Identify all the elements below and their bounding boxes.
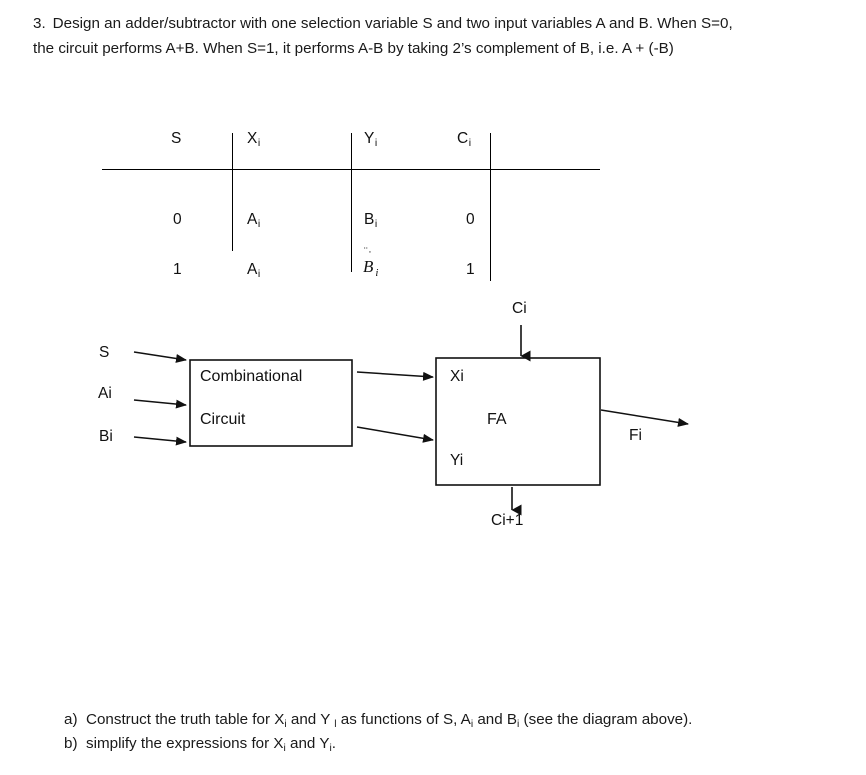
question-a-mid2: as functions of S, A — [336, 711, 471, 728]
question-marker-b: b) — [64, 735, 78, 753]
diagram-canvas — [133, 325, 689, 516]
question-item-a: a) Construct the truth table for Xi and Y… — [64, 708, 824, 732]
diagram-input-label-bi: Bi — [99, 428, 113, 445]
question-a-mid1: and Y — [286, 711, 335, 728]
question-a-sub3: i — [470, 719, 474, 730]
arrow-input-ai — [133, 399, 187, 409]
question-b-pre: simplify the expressions for X — [86, 735, 284, 753]
arrow-input-s — [133, 351, 187, 363]
question-b-post: . — [331, 735, 336, 753]
question-a-pre: Construct the truth table for X — [86, 711, 285, 728]
question-b-mid1: and Y — [285, 735, 330, 753]
question-item-b: b) simplify the expressions for Xi and Yi… — [64, 732, 824, 756]
carry-in-label: Ci — [512, 300, 527, 317]
output-label-fi: Fi — [629, 427, 642, 444]
question-a-sub1: i — [284, 719, 287, 730]
question-b-sub1: i — [283, 743, 286, 755]
carry-out-label: Ci+1 — [491, 512, 524, 529]
question-b-sub2: i — [329, 743, 332, 755]
arrow-output-fi — [600, 409, 689, 427]
questions-list: a) Construct the truth table for Xi and Y… — [64, 708, 824, 756]
fa-input-label-xi: Xi — [450, 368, 464, 385]
arrow-input-bi — [133, 436, 187, 446]
question-a-sub2: l — [334, 719, 337, 730]
diagram-input-label-ai: Ai — [98, 385, 112, 402]
diagram-input-label-s: S — [99, 344, 110, 361]
block-diagram: S Ai Bi Combinational Circuit Xi Yi FA C… — [0, 0, 866, 775]
question-marker-a: a) — [64, 711, 78, 728]
fa-input-label-yi: Yi — [450, 452, 464, 469]
arrow-xi — [356, 371, 434, 381]
question-a-sub4: i — [517, 719, 520, 730]
arrow-yi — [356, 426, 434, 443]
question-a-post: (see the diagram above). — [519, 711, 693, 728]
combinational-circuit-label-line1: Combinational — [200, 368, 303, 385]
question-a-mid3: and B — [473, 711, 518, 728]
combinational-circuit-label-line2: Circuit — [200, 411, 246, 428]
fa-box-label: FA — [487, 411, 507, 428]
